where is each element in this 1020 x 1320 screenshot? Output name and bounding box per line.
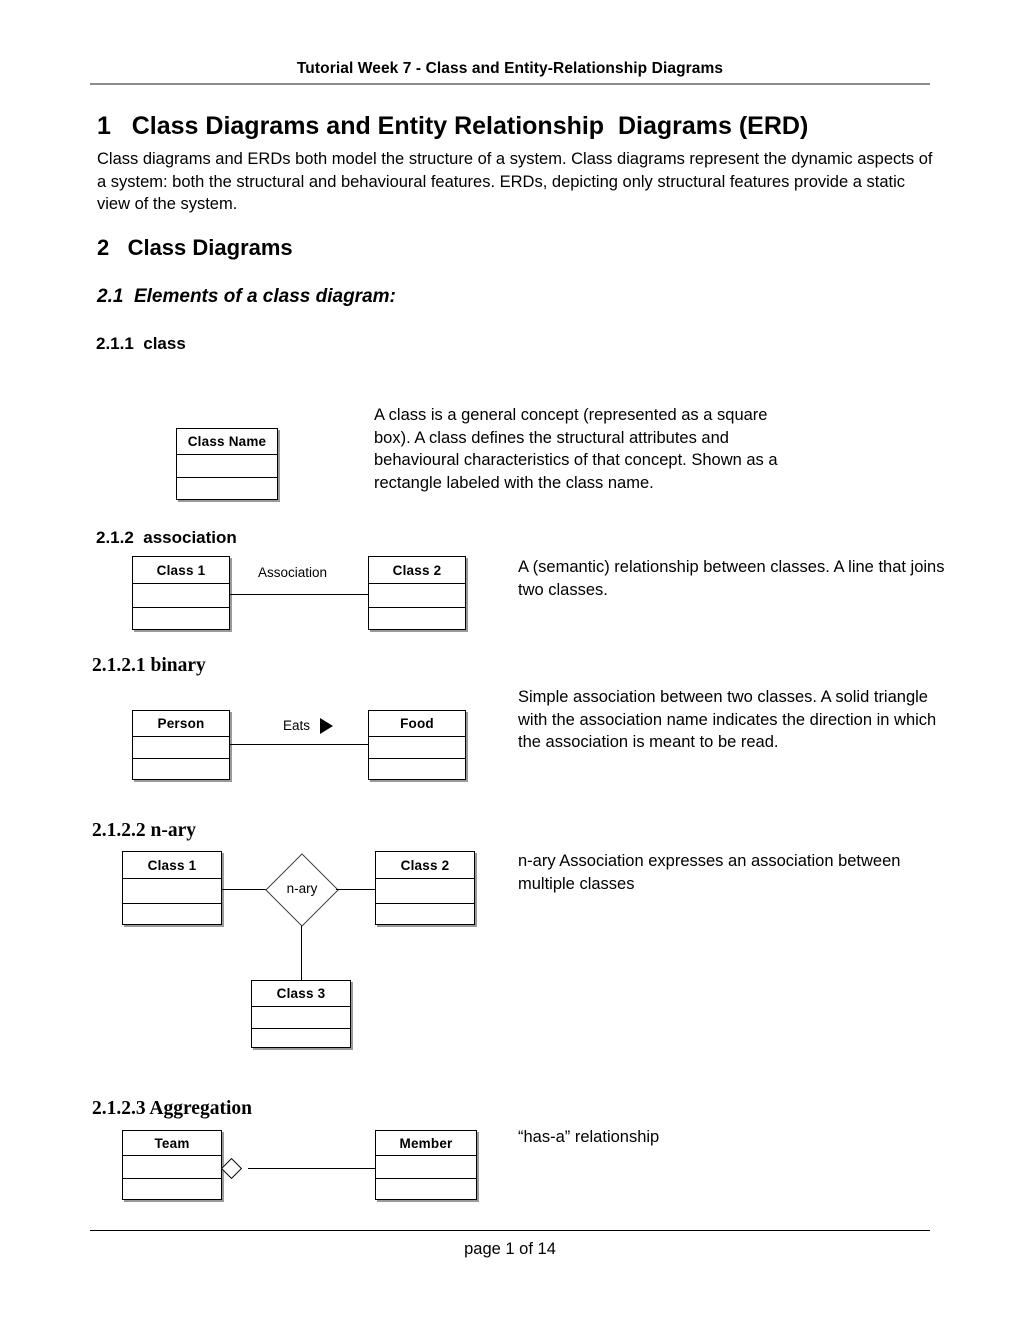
uml-class-name-label: Class Name (177, 429, 277, 455)
uml-attributes-compartment (369, 584, 465, 608)
uml-class-box-team: Team (122, 1130, 222, 1200)
uml-operations-compartment (133, 759, 229, 779)
footer-divider (90, 1230, 930, 1231)
uml-attributes-compartment (369, 737, 465, 759)
binary-association-label: Eats (283, 718, 311, 733)
section-2-1-2-description: A (semantic) relationship between classe… (518, 558, 945, 599)
uml-class-box-class-1-association: Class 1 (132, 556, 230, 630)
heading-section-2-1: 2.1 Elements of a class diagram: (97, 286, 396, 307)
uml-operations-compartment (369, 608, 465, 629)
header-divider (90, 83, 930, 85)
heading-section-2-1-2-3: 2.1.2.3 Aggregation (92, 1098, 252, 1119)
uml-operations-compartment (376, 904, 474, 924)
association-label: Association (258, 565, 328, 580)
uml-attributes-compartment (123, 879, 221, 904)
uml-class-box-food: Food (368, 710, 466, 780)
uml-class-name-label: Member (376, 1131, 476, 1156)
uml-class-box-class-2-association: Class 2 (368, 556, 466, 630)
uml-class-box-class-3-nary: Class 3 (251, 980, 351, 1048)
uml-attributes-compartment (133, 584, 229, 608)
section-2-1-2-3-description: “has-a” relationship (518, 1128, 660, 1146)
section-1-body: Class diagrams and ERDs both model the s… (97, 150, 933, 213)
uml-attributes-compartment (252, 1007, 350, 1029)
heading-section-2-1-1: 2.1.1 class (96, 334, 186, 353)
heading-section-2-1-2-1: 2.1.2.1 binary (92, 655, 206, 676)
uml-operations-compartment (133, 608, 229, 629)
aggregation-hollow-diamond-icon (220, 1157, 243, 1180)
heading-section-2-1-2-2: 2.1.2.2 n-ary (92, 820, 196, 841)
uml-class-box-class-1-nary: Class 1 (122, 851, 222, 925)
uml-attributes-compartment (376, 879, 474, 904)
heading-section-2: 2 Class Diagrams (97, 235, 293, 260)
uml-operations-compartment (123, 1179, 221, 1199)
uml-operations-compartment (123, 904, 221, 924)
uml-attributes-compartment (376, 1156, 476, 1179)
nary-connector-left (222, 889, 268, 890)
uml-class-name-label: Class 3 (252, 981, 350, 1007)
uml-class-box-person: Person (132, 710, 230, 780)
uml-class-box-member: Member (375, 1130, 477, 1200)
uml-class-name-label: Class 2 (376, 852, 474, 879)
uml-attributes-compartment (123, 1156, 221, 1179)
uml-class-name-label: Class 2 (369, 557, 465, 584)
nary-connector-right (336, 889, 375, 890)
uml-operations-compartment (177, 478, 277, 500)
uml-attributes-compartment (177, 455, 277, 478)
footer-page-number: page 1 of 14 (464, 1240, 556, 1258)
uml-operations-compartment (376, 1179, 476, 1199)
binary-connector-line (230, 744, 368, 745)
uml-operations-compartment (369, 759, 465, 779)
section-2-1-1-description: A class is a general concept (represente… (374, 406, 778, 492)
nary-diamond-label: n-ary (286, 881, 318, 896)
section-2-1-2-1-description: Simple association between two classes. … (518, 688, 937, 751)
uml-class-name-label: Class 1 (133, 557, 229, 584)
aggregation-connector-line (248, 1168, 376, 1169)
page-header-title: Tutorial Week 7 - Class and Entity-Relat… (296, 60, 724, 77)
uml-attributes-compartment (133, 737, 229, 759)
uml-operations-compartment (252, 1029, 350, 1048)
uml-class-name-label: Food (369, 711, 465, 737)
heading-section-2-1-2: 2.1.2 association (96, 528, 237, 547)
nary-connector-bottom (301, 926, 302, 982)
section-2-1-2-2-description: n-ary Association expresses an associati… (518, 852, 901, 893)
uml-class-name-label: Class 1 (123, 852, 221, 879)
association-connector-line (230, 594, 368, 595)
uml-class-name-label: Team (123, 1131, 221, 1156)
uml-class-box-class-name: Class Name (176, 428, 278, 500)
document-page: Tutorial Week 7 - Class and Entity-Relat… (0, 0, 1020, 1320)
heading-section-1: 1 Class Diagrams and Entity Relationship… (97, 112, 809, 140)
uml-class-box-class-2-nary: Class 2 (375, 851, 475, 925)
solid-triangle-right-icon (320, 718, 333, 734)
uml-class-name-label: Person (133, 711, 229, 737)
